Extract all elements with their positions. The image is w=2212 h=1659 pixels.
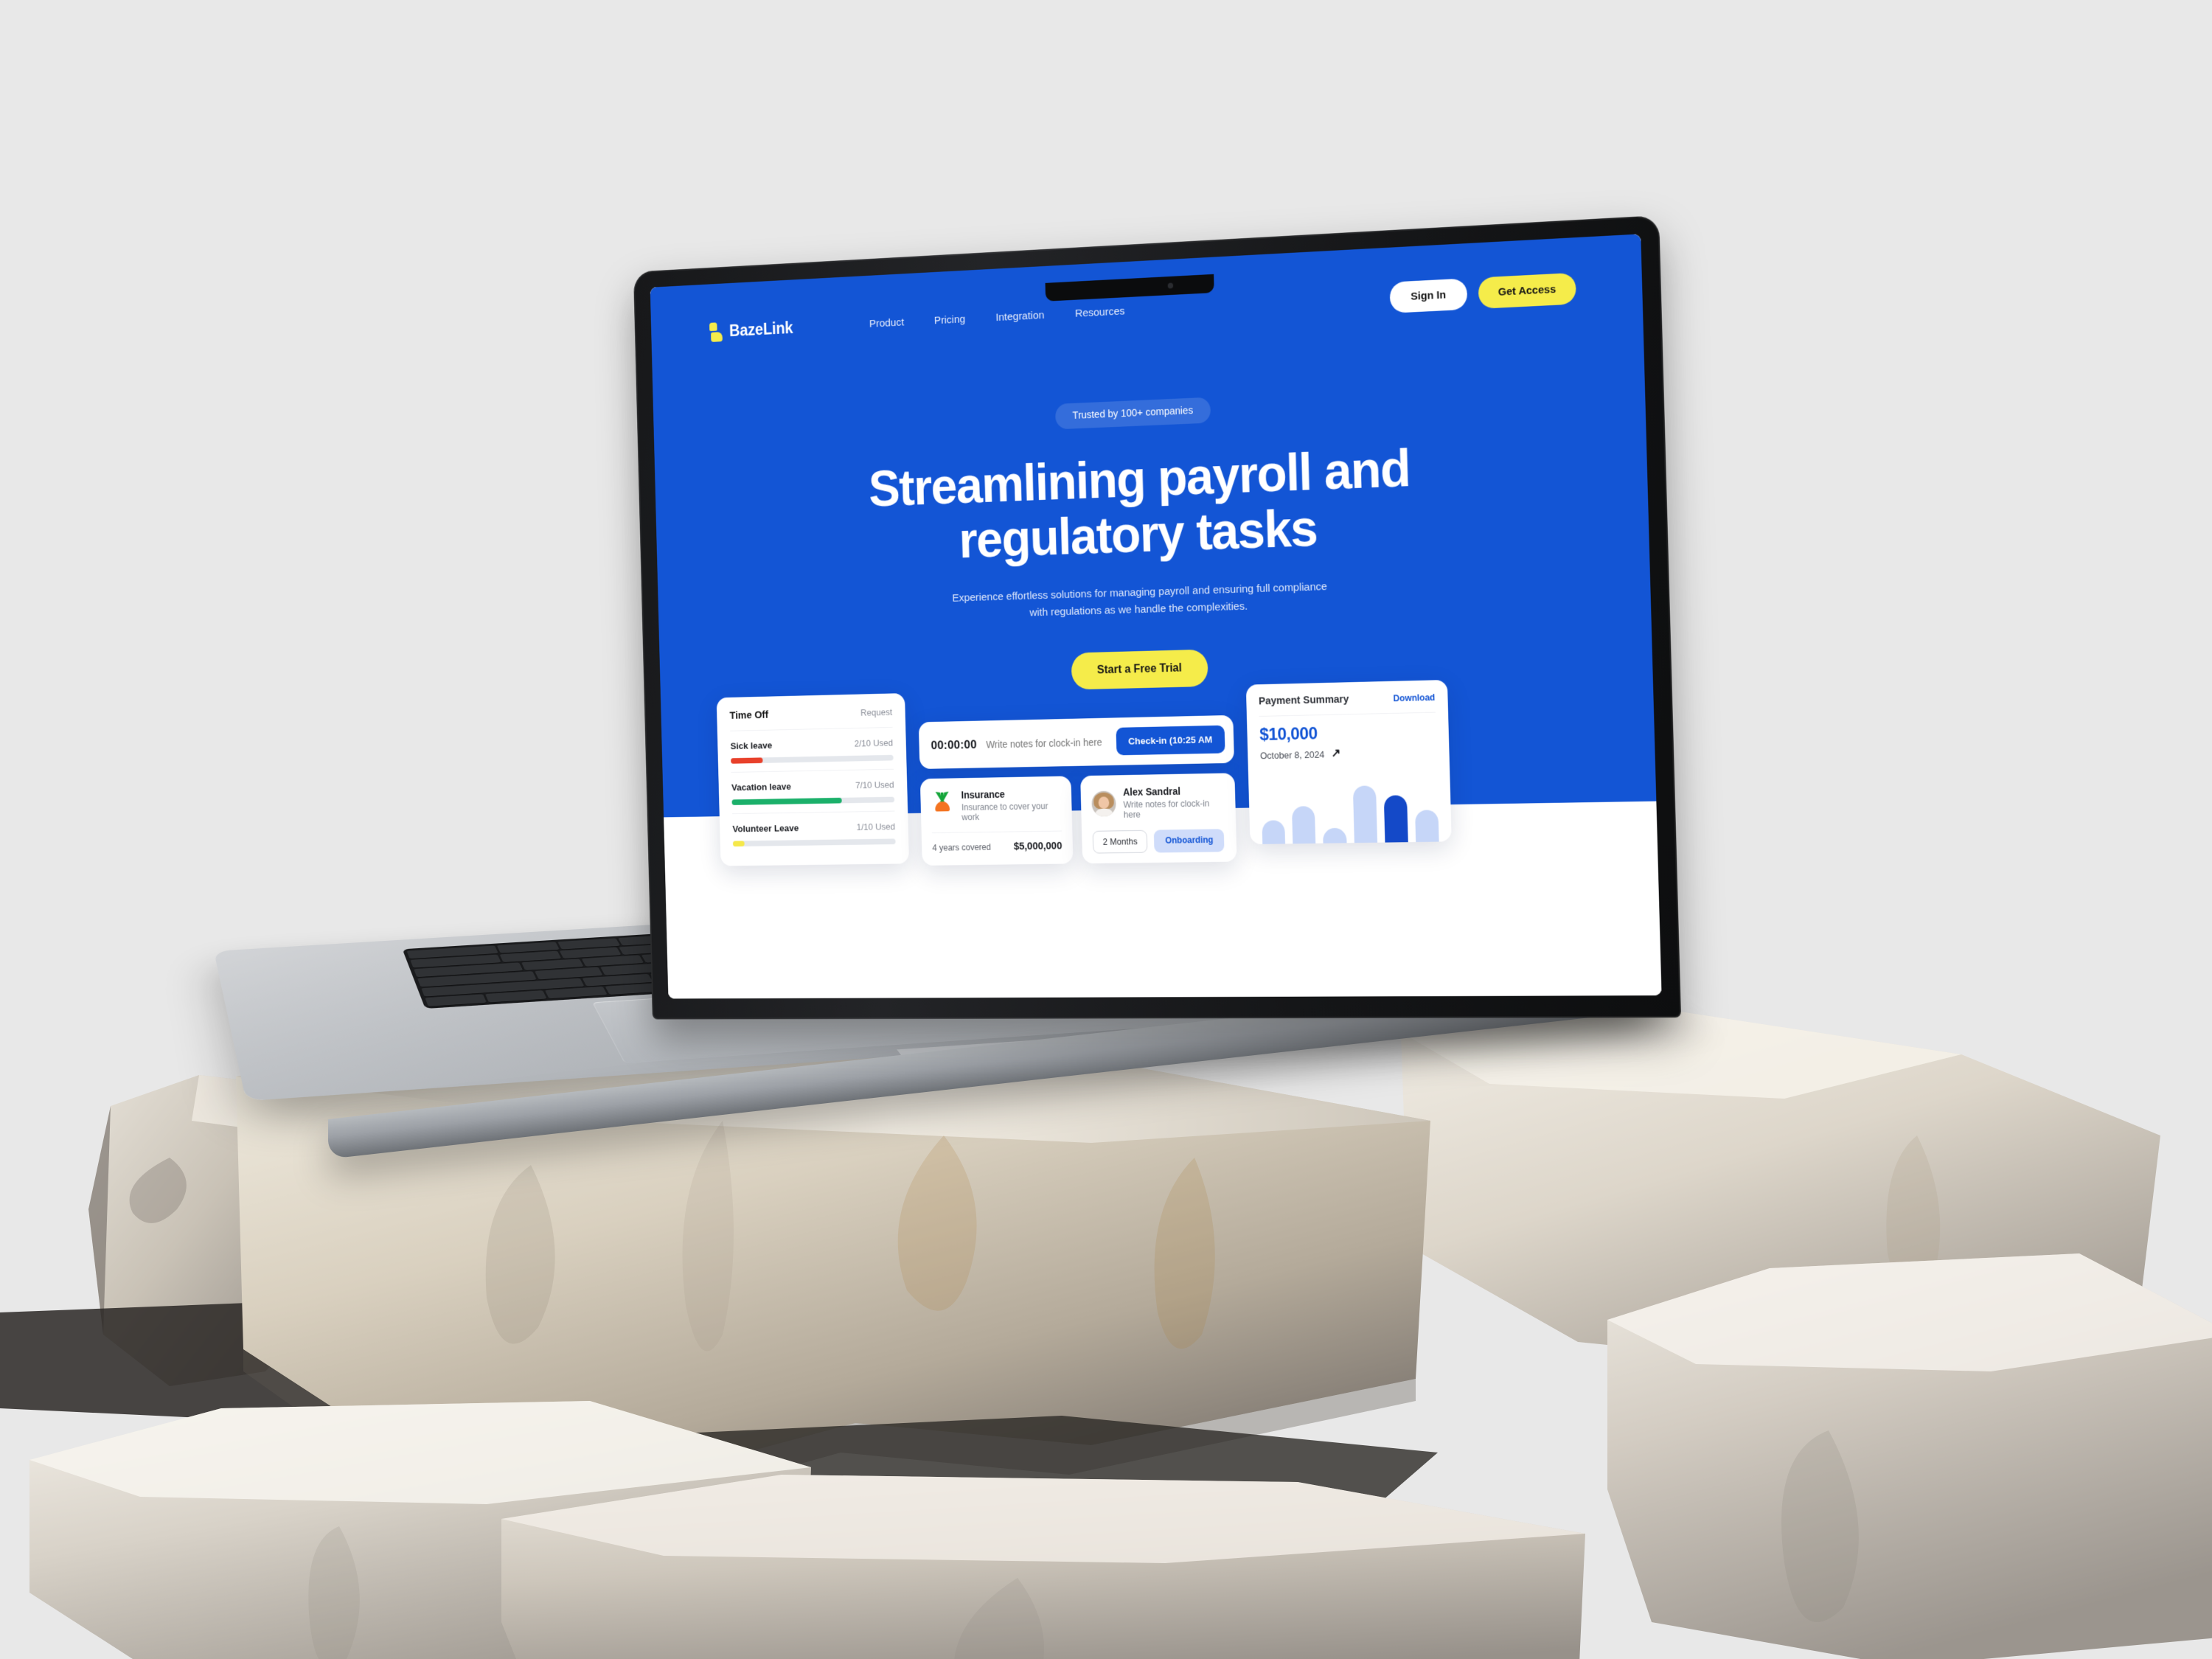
payment-summary-title: Payment Summary [1258,693,1349,708]
middle-cards-column: 00:00:00 Check-in (10:25 AM [918,714,1237,866]
check-in-button[interactable]: Check-in (10:25 AM [1116,725,1225,756]
middle-cards-row: Insurance Insurance to cover your work 4… [919,773,1237,866]
nav-link-product[interactable]: Product [869,316,905,330]
leave-used: 2/10 Used [854,737,894,749]
mockup-scene: BazeLink Product Pricing Integration Res… [0,0,2212,1659]
leave-name: Sick leave [730,740,773,751]
start-free-trial-button[interactable]: Start a Free Trial [1071,649,1208,690]
laptop-display: BazeLink Product Pricing Integration Res… [650,234,1662,999]
employee-card: Alex Sandral Write notes for clock-in he… [1080,773,1237,864]
chart-bar [1262,820,1286,844]
brand-logo[interactable]: BazeLink [709,319,793,342]
employee-note: Write notes for clock-in here [1123,798,1210,820]
leave-progress-bar [731,754,894,764]
employee-text: Alex Sandral Write notes for clock-in he… [1123,785,1225,820]
nav-link-integration[interactable]: Integration [995,309,1044,324]
leave-row-sick: Sick leave 2/10 Used [730,726,894,772]
payment-amount: $10,000 [1259,723,1318,745]
employee-header: Alex Sandral Write notes for clock-in he… [1091,785,1225,820]
hero-subheadline: Experience effortless solutions for mana… [952,580,1328,619]
sign-in-button[interactable]: Sign In [1389,278,1468,313]
insurance-footer: 4 years covered $5,000,000 [931,830,1062,854]
tenure-tag[interactable]: 2 Months [1092,830,1148,854]
clock-timer: 00:00:00 [931,737,977,752]
person-mark-icon [709,321,724,342]
laptop-lid: BazeLink Product Pricing Integration Res… [633,215,1682,1020]
nav-link-pricing[interactable]: Pricing [934,313,966,327]
hero-content: Trusted by 100+ companies Streamlining p… [653,378,1652,700]
insurance-description: Insurance to cover your work [961,801,1048,823]
trusted-badge: Trusted by 100+ companies [1054,397,1211,430]
time-off-title: Time Off [729,709,769,722]
payment-date: October 8, 2024 [1259,748,1325,761]
leave-progress-bar [731,796,895,805]
insurance-name: Insurance [961,788,1006,801]
employee-tags: 2 Months Onboarding [1092,829,1226,854]
insurance-header: Insurance Insurance to cover your work [931,787,1061,832]
leave-row-volunteer: Volunteer Leave 1/10 Used [731,810,896,855]
carrot-icon [931,790,953,814]
employee-name: Alex Sandral [1122,785,1181,798]
insurance-card: Insurance Insurance to cover your work 4… [919,776,1074,866]
brand-name: BazeLink [728,319,793,340]
leave-progress-bar [732,838,896,847]
leave-row-header: Volunteer Leave 1/10 Used [732,821,895,834]
chart-bar [1414,810,1439,843]
avatar [1091,790,1116,817]
leave-name: Volunteer Leave [732,822,799,835]
payment-body: $10,000 October 8, 2024 ↗ [1259,712,1439,844]
leave-row-vacation: Vacation leave 7/10 Used [731,768,895,814]
chart-bar [1352,785,1377,844]
nav-links: Product Pricing Integration Resources [869,305,1125,330]
arrow-up-right-icon: ↗ [1331,747,1341,760]
nav-link-resources[interactable]: Resources [1075,305,1125,320]
stone-block-far-right [1607,1253,2212,1659]
payment-date-row: October 8, 2024 ↗ [1260,746,1437,761]
insurance-amount: $5,000,000 [1013,840,1062,853]
leave-row-header: Vacation leave 7/10 Used [731,779,894,793]
download-link[interactable]: Download [1393,692,1435,703]
payment-summary-card: Payment Summary Download $10,000 October… [1245,679,1452,845]
insurance-coverage-years: 4 years covered [932,842,992,853]
time-off-card: Time Off Request Sick leave 2/10 Used Va… [716,693,910,866]
payment-bar-chart [1261,772,1439,844]
clock-in-notes-input[interactable] [986,736,1107,750]
feature-cards-row: Time Off Request Sick leave 2/10 Used Va… [661,675,1658,869]
nav-actions: Sign In Get Access [1389,272,1576,313]
insurance-text: Insurance Insurance to cover your work [961,787,1061,822]
camera-icon [1167,282,1174,289]
chart-bar [1323,827,1347,844]
stone-block-bottom-center [501,1475,1593,1659]
status-badge[interactable]: Onboarding [1154,829,1225,853]
webpage: BazeLink Product Pricing Integration Res… [650,234,1662,999]
clock-in-card: 00:00:00 Check-in (10:25 AM [918,714,1234,770]
leave-used: 7/10 Used [855,779,894,791]
chart-bar [1292,806,1316,844]
laptop-device: BazeLink Product Pricing Integration Res… [214,214,1682,1187]
leave-row-header: Sick leave 2/10 Used [730,737,893,751]
hero-headline: Streamlining payroll and regulatory task… [868,439,1411,570]
get-access-button[interactable]: Get Access [1478,272,1576,309]
time-off-request-link[interactable]: Request [860,706,892,717]
leave-name: Vacation leave [731,781,792,793]
chart-bar [1383,795,1408,843]
leave-used: 1/10 Used [856,821,896,832]
